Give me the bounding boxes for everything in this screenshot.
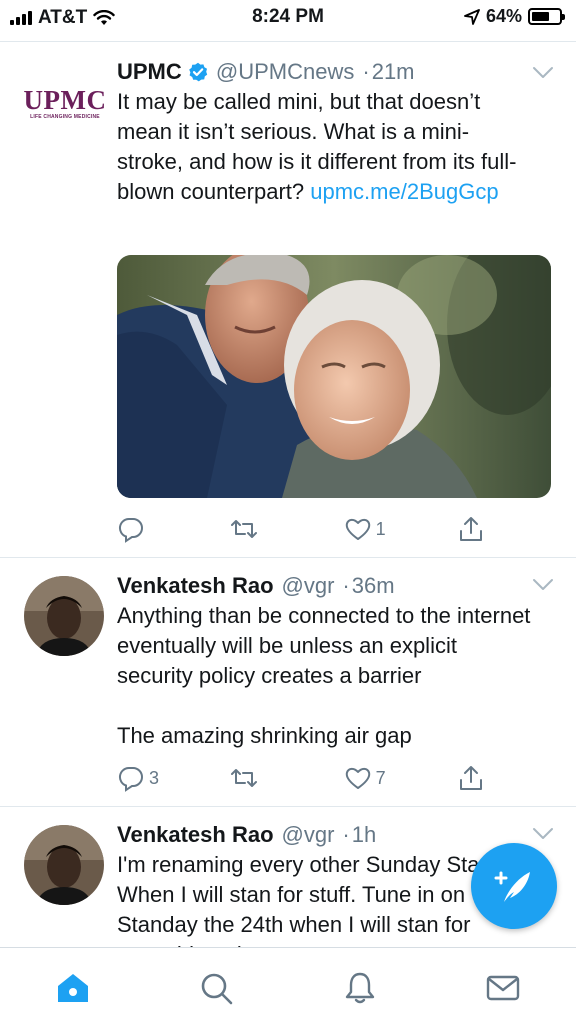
tweet-time: 1h (351, 822, 377, 847)
avatar-image (24, 825, 104, 905)
tweet-vgr-2[interactable]: Venkatesh Rao @vgr · 1h I'm renaming eve… (0, 0, 576, 947)
tweet-dot: · (342, 822, 350, 847)
nav-notifications[interactable] (340, 968, 380, 1008)
mail-icon (486, 975, 520, 1001)
bottom-nav (0, 947, 576, 1024)
author-name[interactable]: Venkatesh Rao (117, 820, 274, 850)
home-icon (58, 974, 88, 1002)
chevron-down-icon[interactable] (532, 827, 554, 841)
bell-icon (345, 972, 375, 1004)
search-icon (201, 973, 233, 1005)
compose-tweet-button[interactable] (471, 843, 557, 929)
compose-tweet-icon (494, 871, 530, 902)
author-handle[interactable]: @vgr (282, 820, 335, 850)
nav-search[interactable] (196, 968, 236, 1008)
nav-messages[interactable] (483, 968, 523, 1008)
nav-home[interactable] (53, 968, 93, 1008)
tweet-header: Venkatesh Rao @vgr · 1h (117, 820, 552, 850)
avatar[interactable] (24, 825, 104, 905)
